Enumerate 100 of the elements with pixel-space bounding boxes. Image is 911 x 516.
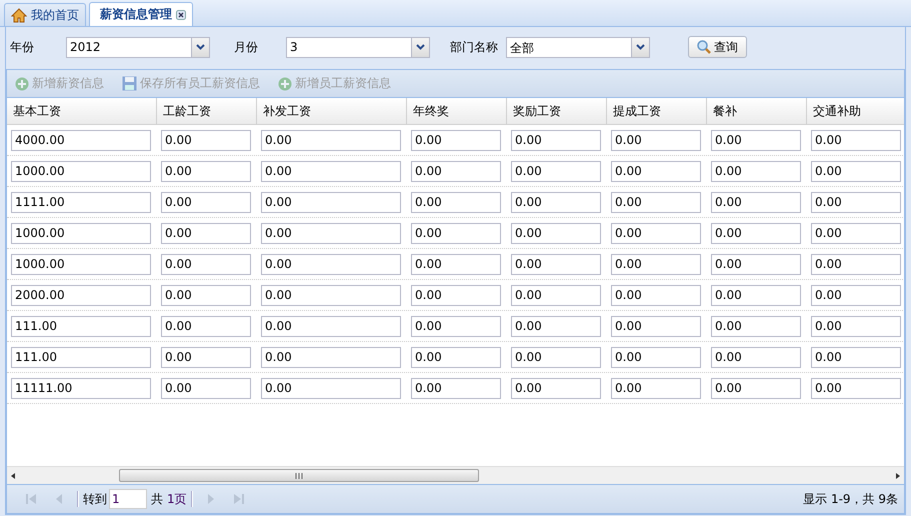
record-summary: 显示 1-9，共 9条 (803, 490, 898, 508)
page-number-field[interactable]: 1 (109, 489, 147, 509)
filter-label: 月份 (234, 38, 258, 56)
dropdown-field[interactable]: 3 (286, 36, 430, 58)
table-cell-field[interactable]: 0.00 (611, 378, 701, 398)
table-cell-field[interactable]: 0.00 (711, 160, 801, 182)
table-cell-field[interactable]: 0.00 (811, 346, 901, 368)
table-cell-field[interactable]: 0.00 (611, 316, 701, 336)
table-cell-field[interactable]: 0.00 (161, 254, 251, 274)
table-cell-field[interactable]: 0.00 (711, 284, 801, 306)
table-cell-field[interactable]: 0.00 (811, 254, 901, 274)
table-cell-field[interactable]: 0.00 (161, 192, 251, 212)
table-cell-field[interactable]: 0.00 (811, 316, 901, 336)
table-cell-field[interactable]: 2000.00 (11, 284, 151, 306)
table-cell-field[interactable]: 0.00 (161, 346, 251, 368)
table-cell-field[interactable]: 0.00 (261, 130, 401, 150)
table-cell-field[interactable]: 0.00 (411, 316, 501, 336)
table-cell-field[interactable]: 0.00 (411, 378, 501, 398)
table-cell-field[interactable]: 0.00 (511, 160, 601, 182)
table-cell-field[interactable]: 0.00 (511, 346, 601, 368)
table-cell-field[interactable]: 0.00 (611, 192, 701, 212)
table-cell-field[interactable]: 0.00 (611, 346, 701, 368)
table-cell-field[interactable]: 0.00 (811, 222, 901, 244)
search-icon (697, 40, 711, 54)
table-cell-field[interactable]: 11111.00 (11, 378, 151, 398)
table-cell-field[interactable]: 0.00 (711, 130, 801, 150)
column-header: 餐补 (707, 98, 807, 124)
table-cell-field[interactable]: 0.00 (161, 160, 251, 182)
table-cell-field[interactable]: 1111.00 (11, 192, 151, 212)
filter-label: 年份 (10, 38, 34, 56)
table-cell-field[interactable]: 0.00 (161, 378, 251, 398)
goto-label: 转到 (83, 490, 107, 508)
table-cell-field[interactable]: 0.00 (411, 192, 501, 212)
tab[interactable]: 我的首页 (4, 3, 86, 26)
table-cell-field[interactable]: 0.00 (611, 284, 701, 306)
table-cell-field[interactable]: 0.00 (411, 346, 501, 368)
table-cell-field[interactable]: 0.00 (511, 316, 601, 336)
table-cell-field[interactable]: 0.00 (511, 254, 601, 274)
table-cell-field[interactable]: 0.00 (711, 316, 801, 336)
table-cell-field[interactable]: 0.00 (261, 284, 401, 306)
column-header: 年终奖 (407, 98, 507, 124)
dropdown-field[interactable]: 全部 (506, 36, 650, 58)
column-header: 基本工资 (7, 98, 157, 124)
table-cell-field[interactable]: 0.00 (261, 378, 401, 398)
close-icon[interactable] (176, 10, 186, 20)
table-cell-field[interactable]: 0.00 (611, 160, 701, 182)
table-cell-field[interactable]: 0.00 (161, 222, 251, 244)
table-cell-field[interactable]: 1000.00 (11, 254, 151, 274)
table-cell-field[interactable]: 0.00 (811, 130, 901, 150)
table-cell-field[interactable]: 1000.00 (11, 160, 151, 182)
table-cell-field[interactable]: 0.00 (511, 192, 601, 212)
table-cell-field[interactable]: 1000.00 (11, 222, 151, 244)
table-cell-field[interactable]: 0.00 (711, 254, 801, 274)
table-cell-field[interactable]: 0.00 (261, 192, 401, 212)
table-cell-field[interactable]: 0.00 (611, 254, 701, 274)
table-cell-field[interactable]: 0.00 (511, 222, 601, 244)
table-cell-field[interactable]: 0.00 (711, 346, 801, 368)
table-cell-field[interactable]: 0.00 (511, 130, 601, 150)
table-cell-field[interactable]: 0.00 (261, 160, 401, 182)
table-cell-field[interactable]: 0.00 (161, 130, 251, 150)
table-cell-field[interactable]: 111.00 (11, 316, 151, 336)
plus-circle-icon (15, 76, 29, 90)
column-header: 工龄工资 (157, 98, 257, 124)
dropdown-field[interactable]: 2012 (66, 36, 210, 58)
column-header: 奖励工资 (507, 98, 607, 124)
total-label: 共 (151, 490, 163, 508)
table-cell-field[interactable]: 0.00 (711, 192, 801, 212)
table-cell-field[interactable]: 0.00 (261, 316, 401, 336)
table-cell-field[interactable]: 0.00 (261, 222, 401, 244)
table-cell-field[interactable]: 0.00 (411, 222, 501, 244)
table-cell-field[interactable]: 0.00 (161, 316, 251, 336)
table-cell-field[interactable]: 111.00 (11, 346, 151, 368)
table-cell-field[interactable]: 0.00 (811, 160, 901, 182)
table-cell-field[interactable]: 0.00 (611, 222, 701, 244)
search-button[interactable]: 查询 (688, 36, 747, 58)
column-header: 补发工资 (257, 98, 407, 124)
table-cell-field[interactable]: 0.00 (411, 284, 501, 306)
table-cell-field[interactable]: 0.00 (261, 254, 401, 274)
total-pages: 1页 (167, 490, 187, 508)
plus-circle-icon (278, 76, 292, 90)
filter-label: 部门名称 (450, 38, 498, 56)
table-cell-field[interactable]: 0.00 (411, 160, 501, 182)
table-cell-field[interactable]: 0.00 (711, 378, 801, 398)
tab[interactable]: 薪资信息管理 (89, 2, 193, 26)
table-cell-field[interactable]: 0.00 (811, 192, 901, 212)
table-cell-field[interactable]: 0.00 (511, 378, 601, 398)
table-cell-field[interactable]: 0.00 (811, 284, 901, 306)
house-icon (11, 8, 27, 22)
table-cell-field[interactable]: 0.00 (511, 284, 601, 306)
table-cell-field[interactable]: 0.00 (411, 130, 501, 150)
table-cell-field[interactable]: 0.00 (711, 222, 801, 244)
column-header: 交通补助 (807, 98, 904, 124)
table-cell-field[interactable]: 0.00 (611, 130, 701, 150)
table-cell-field[interactable]: 0.00 (411, 254, 501, 274)
table-cell-field[interactable]: 0.00 (811, 378, 901, 398)
table-cell-field[interactable]: 0.00 (261, 346, 401, 368)
table-cell-field[interactable]: 0.00 (161, 284, 251, 306)
table-cell-field[interactable]: 4000.00 (11, 130, 151, 150)
scrollbar-thumb[interactable] (119, 469, 479, 482)
column-header: 提成工资 (607, 98, 707, 124)
